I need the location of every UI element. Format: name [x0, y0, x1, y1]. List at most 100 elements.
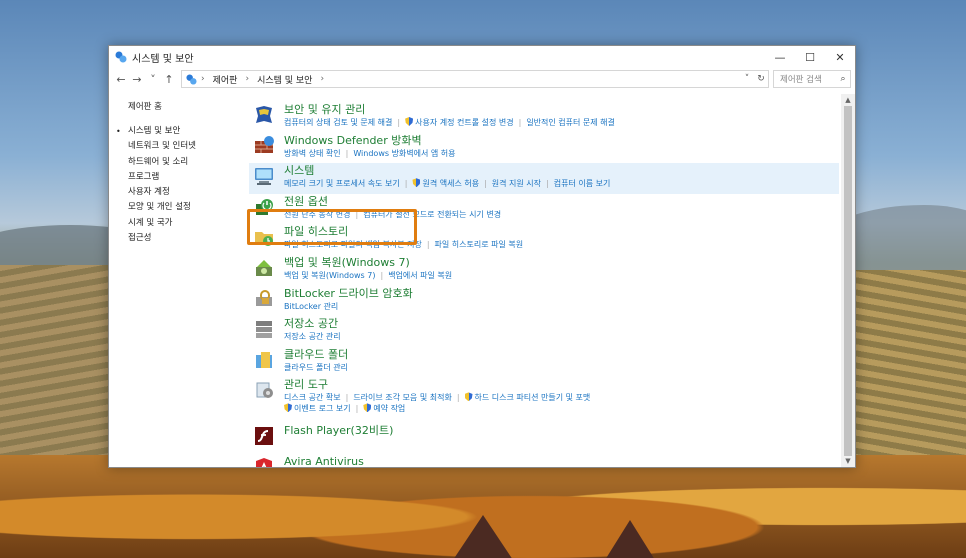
recent-locations-button[interactable]: ˅: [145, 73, 161, 86]
vineyard-right: [856, 270, 966, 460]
storage-icon[interactable]: [253, 318, 275, 340]
admin-tools-icon[interactable]: [253, 379, 275, 401]
category-link[interactable]: 메모리 크기 및 프로세서 속도 보기: [284, 179, 400, 188]
minimize-button[interactable]: —: [765, 46, 795, 68]
link-divider: |: [456, 393, 460, 403]
category-link[interactable]: 하드 디스크 파티션 만들기 및 포맷: [475, 393, 591, 402]
scroll-up-button[interactable]: ▲: [841, 94, 855, 106]
nav-clock-region[interactable]: 시계 및 국가: [128, 216, 248, 231]
nav-user-accounts[interactable]: 사용자 계정: [128, 185, 248, 200]
category-row: 저장소 공간 저장소 공간 관리: [249, 316, 839, 347]
category-link[interactable]: 백업 및 복원(Windows 7): [284, 271, 375, 280]
category-title[interactable]: 클라우드 폴더: [284, 347, 839, 362]
left-nav: 제어판 홈 • 시스템 및 보안 네트워크 및 인터넷 하드웨어 및 소리 프로그…: [116, 100, 248, 246]
category-link[interactable]: 디스크 공간 확보: [284, 393, 341, 402]
category-title[interactable]: 보안 및 유지 관리: [284, 102, 839, 117]
search-icon[interactable]: ⌕: [836, 74, 850, 84]
category-links: 방화벽 상태 확인 | Windows 방화벽에서 앱 허용: [284, 148, 839, 159]
forward-button[interactable]: →: [129, 73, 145, 86]
category-link[interactable]: 이벤트 로그 보기: [294, 404, 351, 413]
file-history-icon[interactable]: [253, 226, 275, 248]
control-panel-icon: [186, 73, 197, 85]
category-link[interactable]: 파일 히스토리로 파일 복원: [435, 240, 524, 249]
category-links: 파일 히스토리로 파일의 백업 복사본 저장 | 파일 히스토리로 파일 복원: [284, 239, 839, 250]
title-bar[interactable]: 시스템 및 보안 — ☐ ✕: [109, 46, 855, 68]
church-roof: [453, 515, 513, 558]
up-button[interactable]: ↑: [161, 73, 177, 86]
category-row: Avira Antivirus: [249, 454, 839, 467]
category-link[interactable]: 파일 히스토리로 파일의 백업 복사본 저장: [284, 240, 422, 249]
category-title[interactable]: Flash Player(32비트): [284, 423, 839, 438]
breadcrumb-separator: ›: [320, 74, 325, 84]
control-panel-icon: [115, 51, 127, 63]
category-link[interactable]: 예약 작업: [373, 404, 405, 413]
category-link[interactable]: Windows 방화벽에서 앱 허용: [353, 149, 455, 158]
category-link[interactable]: 일반적인 컴퓨터 문제 해결: [526, 118, 615, 127]
nav-appearance[interactable]: 모양 및 개인 설정: [128, 200, 248, 215]
category-title[interactable]: BitLocker 드라이브 암호화: [284, 286, 839, 301]
category-link[interactable]: 컴퓨터가 절전 모드로 전환되는 시기 변경: [363, 210, 501, 219]
category-link[interactable]: 전원 단추 동작 변경: [284, 210, 351, 219]
category-title[interactable]: 전원 옵션: [284, 194, 839, 209]
category-links: 클라우드 폴더 관리: [284, 362, 839, 373]
bitlocker-icon[interactable]: [253, 288, 275, 310]
flash-icon[interactable]: [253, 425, 275, 447]
category-links: 이벤트 로그 보기 | 예약 작업: [284, 403, 839, 414]
computer-icon[interactable]: [253, 165, 275, 187]
address-bar[interactable]: › 제어판 › 시스템 및 보안 › ˅ ↻: [181, 70, 769, 88]
maximize-button[interactable]: ☐: [795, 46, 825, 68]
refresh-button[interactable]: ↻: [754, 74, 768, 84]
cloud-folder-icon[interactable]: [253, 349, 275, 371]
search-placeholder: 제어판 검색: [780, 75, 822, 85]
breadcrumb-system-security[interactable]: 시스템 및 보안: [257, 73, 312, 86]
back-button[interactable]: ←: [113, 73, 129, 86]
category-link[interactable]: 백업에서 파일 복원: [388, 271, 452, 280]
power-icon[interactable]: [253, 196, 275, 218]
vineyard-left: [0, 265, 110, 465]
link-divider: |: [426, 240, 430, 250]
category-title[interactable]: 저장소 공간: [284, 316, 839, 331]
category-title[interactable]: Avira Antivirus: [284, 454, 839, 467]
category-link[interactable]: 사용자 계정 컨트롤 설정 변경: [415, 118, 514, 127]
search-input[interactable]: 제어판 검색 ⌕: [773, 70, 851, 88]
category-link[interactable]: 저장소 공간 관리: [284, 332, 341, 341]
category-list: 보안 및 유지 관리 컴퓨터의 상태 검토 및 문제 해결 | 사용자 계정 컨트롤 …: [249, 102, 839, 467]
link-divider: |: [484, 179, 487, 189]
category-link[interactable]: 방화벽 상태 확인: [284, 149, 341, 158]
category-title[interactable]: 백업 및 복원(Windows 7): [284, 255, 839, 270]
category-title[interactable]: 파일 히스토리: [284, 224, 839, 239]
nav-system-security[interactable]: • 시스템 및 보안: [116, 124, 248, 139]
avira-icon[interactable]: [253, 456, 275, 467]
breadcrumb-control-panel[interactable]: 제어판: [213, 73, 238, 86]
category-link[interactable]: 컴퓨터의 상태 검토 및 문제 해결: [284, 118, 392, 127]
category-title[interactable]: 시스템: [284, 163, 839, 178]
backup-icon[interactable]: [253, 257, 275, 279]
link-divider: |: [397, 118, 401, 127]
uac-shield-icon: [464, 392, 473, 402]
breadcrumb-separator: ›: [245, 74, 250, 84]
category-title[interactable]: Windows Defender 방화벽: [284, 133, 839, 148]
address-dropdown-button[interactable]: ˅: [740, 74, 754, 84]
close-button[interactable]: ✕: [825, 46, 855, 68]
nav-hardware-sound[interactable]: 하드웨어 및 소리: [128, 155, 248, 170]
category-link[interactable]: 컴퓨터 이름 보기: [554, 179, 611, 188]
category-link[interactable]: BitLocker 관리: [284, 302, 338, 311]
scroll-thumb[interactable]: [844, 106, 852, 456]
flag-icon[interactable]: [253, 104, 275, 126]
category-link[interactable]: 드라이브 조각 모음 및 최적화: [353, 393, 452, 402]
category-link[interactable]: 원격 액세스 허용: [422, 179, 479, 188]
nav-programs[interactable]: 프로그램: [128, 170, 248, 185]
category-link[interactable]: 원격 지원 시작: [492, 179, 541, 188]
category-row: 보안 및 유지 관리 컴퓨터의 상태 검토 및 문제 해결 | 사용자 계정 컨트롤 …: [249, 102, 839, 133]
scroll-down-button[interactable]: ▼: [841, 455, 855, 467]
category-title[interactable]: 관리 도구: [284, 377, 839, 392]
nav-ease-of-access[interactable]: 접근성: [128, 231, 248, 246]
nav-network-internet[interactable]: 네트워크 및 인터넷: [128, 139, 248, 154]
uac-shield-icon: [405, 117, 414, 126]
category-row: 클라우드 폴더 클라우드 폴더 관리: [249, 347, 839, 378]
category-link[interactable]: 클라우드 폴더 관리: [284, 363, 348, 372]
control-panel-home-link[interactable]: 제어판 홈: [128, 100, 248, 112]
vertical-scrollbar[interactable]: ▲ ▼: [841, 94, 855, 467]
firewall-icon[interactable]: [253, 135, 275, 157]
category-row: Windows Defender 방화벽 방화벽 상태 확인 | Windows 방화…: [249, 133, 839, 164]
